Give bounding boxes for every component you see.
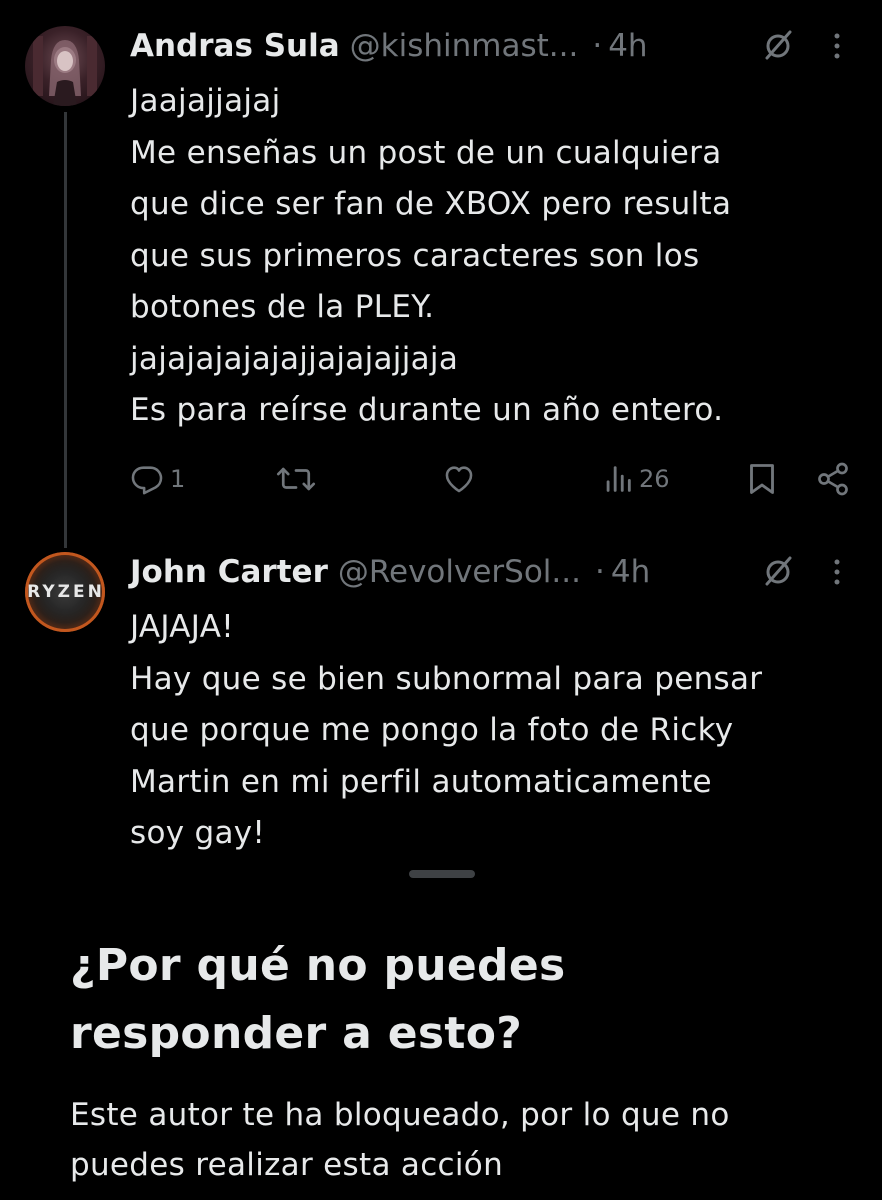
tweet-text-line: jajajajajajajjajajajjaja xyxy=(130,340,459,377)
share-icon xyxy=(818,462,848,496)
separator-dot: · xyxy=(592,28,603,64)
more-icon[interactable] xyxy=(830,554,844,590)
author-handle[interactable]: @RevolverSol... xyxy=(338,554,581,590)
timestamp[interactable]: 4h xyxy=(611,554,650,590)
views-count: 26 xyxy=(639,465,670,493)
tweet-text-line: que dice ser fan de XBOX pero resulta xyxy=(130,186,732,222)
author-name[interactable]: John Carter xyxy=(130,554,328,590)
more-icon[interactable] xyxy=(830,28,844,64)
avatar-image xyxy=(33,36,97,106)
like-button[interactable] xyxy=(441,454,483,504)
tweet-text-line: Martin en mi perfil automaticamente xyxy=(130,763,712,800)
bookmark-icon xyxy=(750,464,774,494)
tweet-text-line: que porque me pongo la foto de Ricky xyxy=(130,712,734,748)
tweet[interactable]: RYZEN John Carter @RevolverSol... · 4h J… xyxy=(0,540,882,870)
tweet[interactable]: Andras Sula @kishinmast... · 4h Jaajajja… xyxy=(0,0,882,548)
sheet-message-line: puedes realizar esta acción xyxy=(70,1147,504,1183)
sheet-title-line: ¿Por qué no puedes xyxy=(70,940,566,991)
tweet-text-line: JAJAJA! xyxy=(130,609,234,645)
sheet-message-line: Este autor te ha bloqueado, por lo que n… xyxy=(70,1097,730,1133)
tweet-header: Andras Sula @kishinmast... · 4h xyxy=(130,24,850,68)
retweet-button[interactable] xyxy=(276,454,322,504)
heart-icon xyxy=(445,466,473,493)
reply-count: 1 xyxy=(170,465,186,493)
bottom-sheet: ¿Por qué no puedes responder a esto? Est… xyxy=(0,868,882,1200)
avatar-logo-text: RYZEN xyxy=(27,582,105,602)
author-name[interactable]: Andras Sula xyxy=(130,28,340,64)
tweet-text-line: Es para reírse durante un año entero. xyxy=(130,392,724,428)
share-button[interactable] xyxy=(814,454,852,504)
tweet-actions: 1 26 xyxy=(0,454,882,504)
separator-dot: · xyxy=(595,554,605,590)
avatar[interactable]: RYZEN xyxy=(25,552,105,632)
tweet-text-line: soy gay! xyxy=(130,815,266,851)
retweet-icon xyxy=(276,467,316,491)
reply-icon xyxy=(131,466,163,495)
grok-icon[interactable] xyxy=(760,554,796,590)
tweet-text-line: Jaajajjajaj xyxy=(130,83,281,119)
tweet-text: JAJAJA! Hay que se bien subnormal para p… xyxy=(130,602,850,860)
grok-icon[interactable] xyxy=(760,28,796,64)
reply-button[interactable]: 1 xyxy=(130,454,185,504)
tweet-text-line: Hay que se bien subnormal para pensar xyxy=(130,660,763,697)
bookmark-button[interactable] xyxy=(744,454,780,504)
author-handle[interactable]: @kishinmast... xyxy=(350,28,579,64)
tweet-text-line: que sus primeros caracteres son los xyxy=(130,237,700,274)
sheet-message: Este autor te ha bloqueado, por lo que n… xyxy=(70,1090,850,1190)
sheet-drag-handle[interactable] xyxy=(409,870,475,878)
views-icon xyxy=(606,466,631,492)
tweet-text-line: Me enseñas un post de un cualquiera xyxy=(130,134,722,171)
tweet-text: Jaajajjajaj Me enseñas un post de un cua… xyxy=(130,76,850,437)
sheet-title-line: responder a esto? xyxy=(70,1008,523,1059)
sheet-title: ¿Por qué no puedes responder a esto? xyxy=(70,932,830,1068)
timestamp[interactable]: 4h xyxy=(608,28,647,64)
tweet-header: John Carter @RevolverSol... · 4h xyxy=(130,550,850,594)
views-button[interactable]: 26 xyxy=(603,454,670,504)
tweet-text-line: botones de la PLEY. xyxy=(130,289,435,325)
avatar[interactable] xyxy=(25,26,105,106)
